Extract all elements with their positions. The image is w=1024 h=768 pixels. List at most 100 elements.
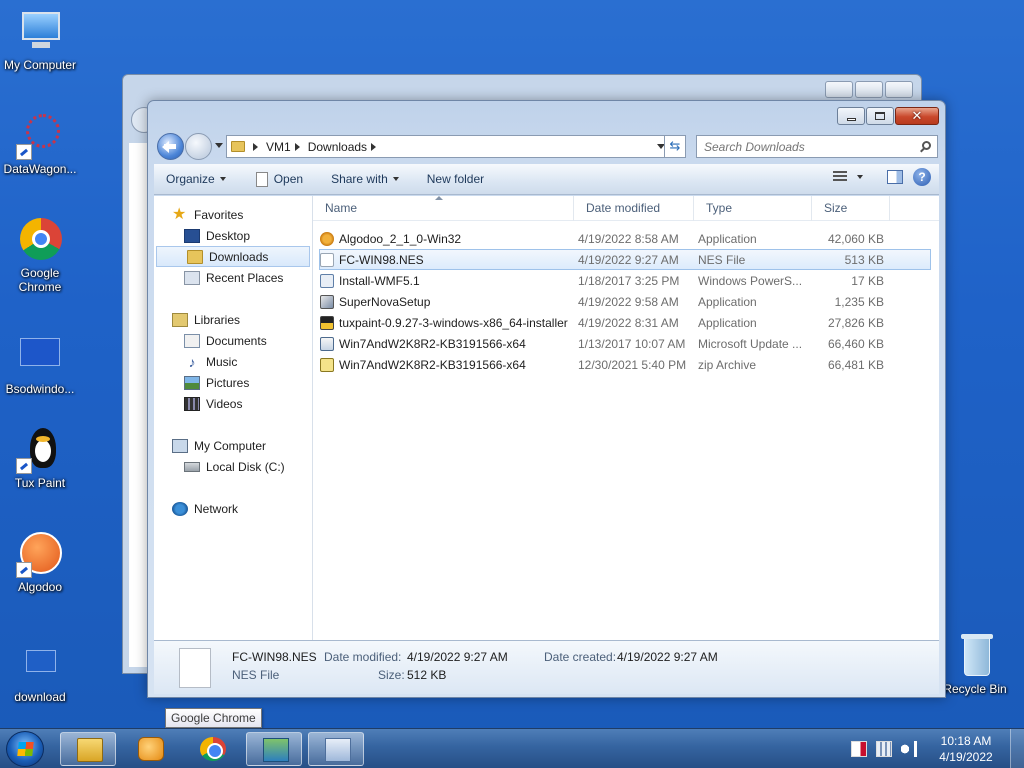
start-button[interactable]: [6, 731, 44, 767]
nav-my-computer[interactable]: My Computer: [154, 435, 312, 456]
taskbar-network-app[interactable]: [246, 732, 302, 766]
network-app-icon: [263, 738, 289, 762]
breadcrumb-vm1[interactable]: VM1: [266, 140, 291, 154]
file-row[interactable]: tuxpaint-0.9.27-3-windows-x86_64-install…: [319, 312, 931, 333]
back-button[interactable]: [157, 133, 184, 160]
maximize-button[interactable]: [855, 81, 883, 98]
search-input[interactable]: [697, 136, 907, 157]
nav-network[interactable]: Network: [154, 498, 312, 519]
file-date: 4/19/2022 9:27 AM: [578, 252, 679, 267]
show-desktop-button[interactable]: [1010, 729, 1024, 768]
taskbar-media-player[interactable]: [122, 732, 178, 766]
nav-label: Pictures: [206, 375, 250, 390]
file-type: Application: [698, 294, 757, 309]
view-options-icon[interactable]: [833, 171, 847, 183]
column-header-type[interactable]: Type: [694, 195, 812, 221]
recent-pages-dropdown[interactable]: [215, 143, 223, 148]
nav-recent-places[interactable]: Recent Places: [154, 267, 312, 288]
nav-label: Network: [194, 501, 239, 516]
desktop-icon-tux-paint[interactable]: Tux Paint: [0, 426, 80, 490]
chevron-down-icon[interactable]: [857, 175, 863, 179]
volume-icon[interactable]: [901, 741, 917, 757]
desktop-icon-recycle-bin[interactable]: Recycle Bin: [935, 632, 1015, 696]
minimize-button[interactable]: [837, 107, 865, 125]
help-icon[interactable]: ?: [913, 168, 931, 186]
close-button[interactable]: ✕: [895, 107, 939, 125]
desktop-icon-label: Bsodwindo...: [5, 382, 75, 396]
chevron-right-icon[interactable]: [253, 142, 258, 151]
nav-local-disk[interactable]: Local Disk (C:): [154, 456, 312, 477]
hard-disk-icon: [184, 461, 200, 472]
star-icon: ★: [172, 205, 187, 223]
desktop-icon-download[interactable]: download: [0, 640, 80, 704]
blue-screen-icon: [16, 332, 64, 380]
file-row[interactable]: Install-WMF5.1 1/18/2017 3:25 PM Windows…: [319, 270, 931, 291]
column-header-name[interactable]: Name: [313, 195, 574, 221]
new-folder-button[interactable]: New folder: [417, 168, 494, 190]
action-center-flag-icon[interactable]: [851, 741, 867, 757]
address-bar[interactable]: VM1 Downloads: [226, 135, 670, 158]
desktop-icon-datawagon[interactable]: DataWagon...: [0, 112, 80, 176]
nav-favorites[interactable]: ★ Favorites: [154, 204, 312, 225]
desktop-icon-algodoo[interactable]: Algodoo: [0, 530, 80, 594]
share-with-button[interactable]: Share with: [321, 168, 409, 190]
nav-pictures[interactable]: Pictures: [154, 372, 312, 393]
file-name: FC-WIN98.NES: [339, 252, 424, 267]
details-size: 512 KB: [407, 668, 447, 682]
desktop-icon-google-chrome[interactable]: Google Chrome: [0, 216, 80, 294]
folder-icon: [187, 249, 203, 264]
minimize-button[interactable]: [825, 81, 853, 98]
close-button[interactable]: [885, 81, 913, 98]
file-row[interactable]: Win7AndW2K8R2-KB3191566-x64 12/30/2021 5…: [319, 354, 931, 375]
organize-button[interactable]: Organize: [154, 168, 236, 190]
file-row[interactable]: SuperNovaSetup 4/19/2022 9:58 AM Applica…: [319, 291, 931, 312]
recycle-bin-icon: [951, 632, 999, 680]
desktop-icon-bsodwindows[interactable]: Bsodwindo...: [0, 332, 80, 396]
taskbar-google-chrome[interactable]: [184, 732, 240, 766]
nav-documents[interactable]: Documents: [154, 330, 312, 351]
maximize-button[interactable]: [866, 107, 894, 125]
libraries-icon: [172, 312, 188, 327]
window-controls: [825, 81, 913, 98]
network-icon: [172, 501, 188, 516]
search-box[interactable]: [696, 135, 938, 158]
chevron-right-icon[interactable]: [371, 142, 377, 151]
forward-button[interactable]: [185, 133, 212, 160]
file-name: Algodoo_2_1_0-Win32: [339, 231, 462, 246]
column-header-size[interactable]: Size: [812, 195, 890, 221]
file-name: Win7AndW2K8R2-KB3191566-x64: [339, 357, 526, 372]
network-status-icon[interactable]: [876, 741, 892, 757]
file-row[interactable]: Win7AndW2K8R2-KB3191566-x64 1/13/2017 10…: [319, 333, 931, 354]
file-row[interactable]: Algodoo_2_1_0-Win32 4/19/2022 8:58 AM Ap…: [319, 228, 931, 249]
desktop-icon-label: Google Chrome: [18, 266, 62, 294]
desktop-icon: [184, 228, 200, 243]
nav-libraries[interactable]: Libraries: [154, 309, 312, 330]
file-row-selected[interactable]: FC-WIN98.NES 4/19/2022 9:27 AM NES File …: [319, 249, 931, 270]
breadcrumb-downloads[interactable]: Downloads: [308, 140, 367, 154]
refresh-button[interactable]: ⇆: [664, 135, 686, 158]
file-date: 1/18/2017 3:25 PM: [578, 273, 680, 288]
search-icon[interactable]: [922, 141, 931, 150]
desktop-icon-my-computer[interactable]: My Computer: [0, 8, 80, 72]
nav-videos[interactable]: Videos: [154, 393, 312, 414]
nav-desktop[interactable]: Desktop: [154, 225, 312, 246]
open-button[interactable]: Open: [246, 168, 313, 190]
clock[interactable]: 10:18 AM 4/19/2022: [926, 733, 1006, 765]
nav-label: Desktop: [206, 228, 251, 243]
download-file-icon: [16, 640, 64, 688]
nav-downloads[interactable]: Downloads: [156, 246, 310, 267]
details-date-modified: 4/19/2022 9:27 AM: [407, 650, 508, 664]
window-controls: ✕: [837, 107, 939, 125]
explorer-window[interactable]: ✕ VM1 Downloads ⇆ Organize Open Share wi…: [147, 100, 946, 698]
nav-music[interactable]: ♪ Music: [154, 351, 312, 372]
file-size: 513 KB: [844, 252, 884, 267]
new-folder-label: New folder: [426, 172, 485, 186]
column-header-date-modified[interactable]: Date modified: [574, 195, 694, 221]
maximize-icon: [875, 112, 885, 120]
taskbar-control-panel[interactable]: [308, 732, 364, 766]
preview-pane-icon[interactable]: [887, 170, 903, 184]
algodoo-icon: [320, 231, 334, 246]
file-size: 66,481 KB: [827, 357, 884, 372]
chevron-right-icon[interactable]: [294, 142, 300, 151]
taskbar-windows-explorer[interactable]: [60, 732, 116, 766]
